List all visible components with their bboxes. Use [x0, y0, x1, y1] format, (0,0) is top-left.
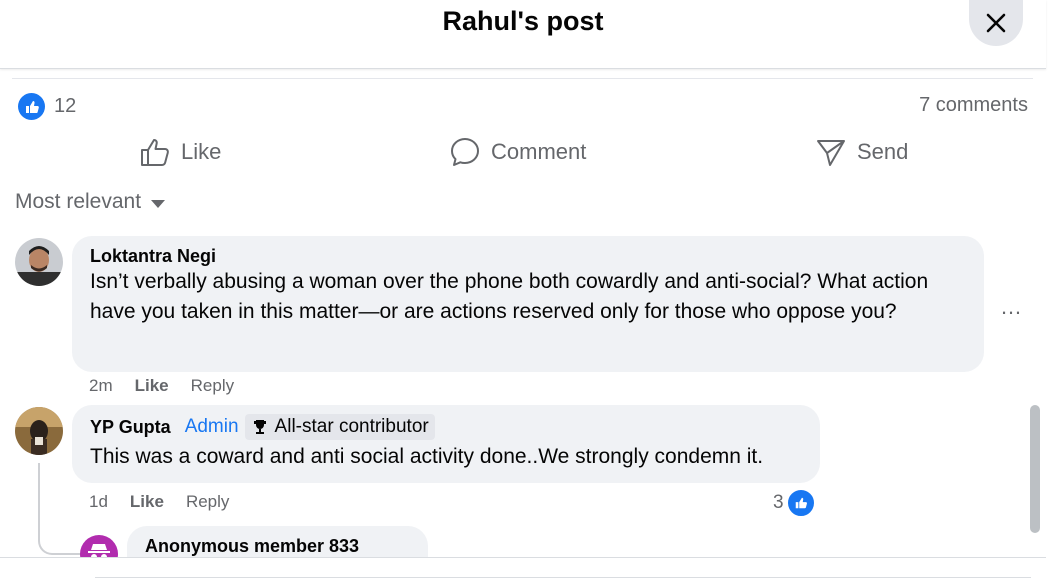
comment-label: Comment [491, 139, 587, 164]
sort-label: Most relevant [15, 190, 142, 213]
more-icon: … [1000, 294, 1023, 319]
divider [0, 557, 1046, 558]
close-button[interactable] [969, 0, 1023, 46]
contributor-badge-label: All-star contributor [274, 416, 429, 437]
comment-author[interactable]: Anonymous member 833 [145, 536, 410, 557]
comment-button[interactable]: Comment [449, 131, 586, 173]
comment-icon [451, 138, 479, 166]
scrollbar-thumb[interactable] [1030, 405, 1040, 533]
comment-reply-button[interactable]: Reply [191, 376, 234, 396]
divider [95, 577, 1031, 578]
admin-badge: Admin [184, 416, 239, 437]
comment-author[interactable]: Loktantra Negi [90, 246, 966, 267]
comment-meta: 2m Like Reply [89, 376, 256, 396]
avatar[interactable] [15, 238, 63, 286]
like-reaction-icon [18, 93, 45, 120]
avatar[interactable] [15, 407, 63, 455]
reply-thread-line [38, 463, 82, 555]
send-label: Send [857, 139, 909, 164]
caret-down-icon [151, 199, 166, 208]
post-body: 12 7 comments Like Comment Send Most rel… [0, 69, 1046, 557]
comment-like-button[interactable]: Like [130, 492, 164, 512]
send-icon [817, 140, 845, 166]
comment-bubble: Anonymous member 833 [127, 526, 428, 557]
like-label: Like [181, 139, 222, 164]
reaction-count: 12 [54, 95, 77, 117]
like-reaction-icon [785, 488, 816, 518]
comment-reaction-count[interactable]: 3 [773, 488, 816, 518]
divider [12, 78, 1033, 79]
post-actions-bar: Like Comment Send [0, 131, 1046, 173]
like-button[interactable]: Like [139, 131, 221, 173]
more-options-button[interactable]: … [1000, 294, 1023, 320]
comment-bubble: YP Gupta Admin All-star contributor This… [72, 405, 820, 483]
anonymous-icon [88, 544, 110, 557]
comment-text: Isn’t verbally abusing a woman over the … [90, 270, 929, 323]
avatar[interactable] [80, 535, 118, 557]
contributor-badge[interactable]: All-star contributor [244, 414, 435, 440]
send-button[interactable]: Send [815, 131, 908, 173]
thumbs-up-icon [141, 139, 169, 166]
comment-reply-button[interactable]: Reply [186, 492, 229, 512]
comment-bubble: Loktantra Negi Isn’t verbally abusing a … [72, 236, 984, 372]
close-icon [986, 13, 1006, 33]
comments-count-link[interactable]: 7 comments [919, 94, 1028, 117]
page-title: Rahul's post [442, 6, 604, 36]
comment-meta: 1d Like Reply [89, 492, 251, 512]
avatar-image [15, 238, 63, 286]
reaction-summary[interactable]: 12 [18, 93, 76, 120]
sort-dropdown[interactable]: Most relevant [15, 190, 166, 214]
comment-time[interactable]: 2m [89, 376, 113, 396]
trophy-icon [253, 420, 266, 434]
post-header: Rahul's post [0, 0, 1046, 69]
avatar-image [15, 407, 63, 455]
comment-author-row: YP Gupta Admin All-star contributor [90, 414, 802, 440]
comment-author[interactable]: YP Gupta [90, 417, 171, 438]
comment-reaction-number: 3 [773, 492, 784, 513]
comment-time[interactable]: 1d [89, 492, 108, 512]
comment-like-button[interactable]: Like [135, 376, 169, 396]
comment-text: This was a coward and anti social activi… [90, 445, 764, 468]
